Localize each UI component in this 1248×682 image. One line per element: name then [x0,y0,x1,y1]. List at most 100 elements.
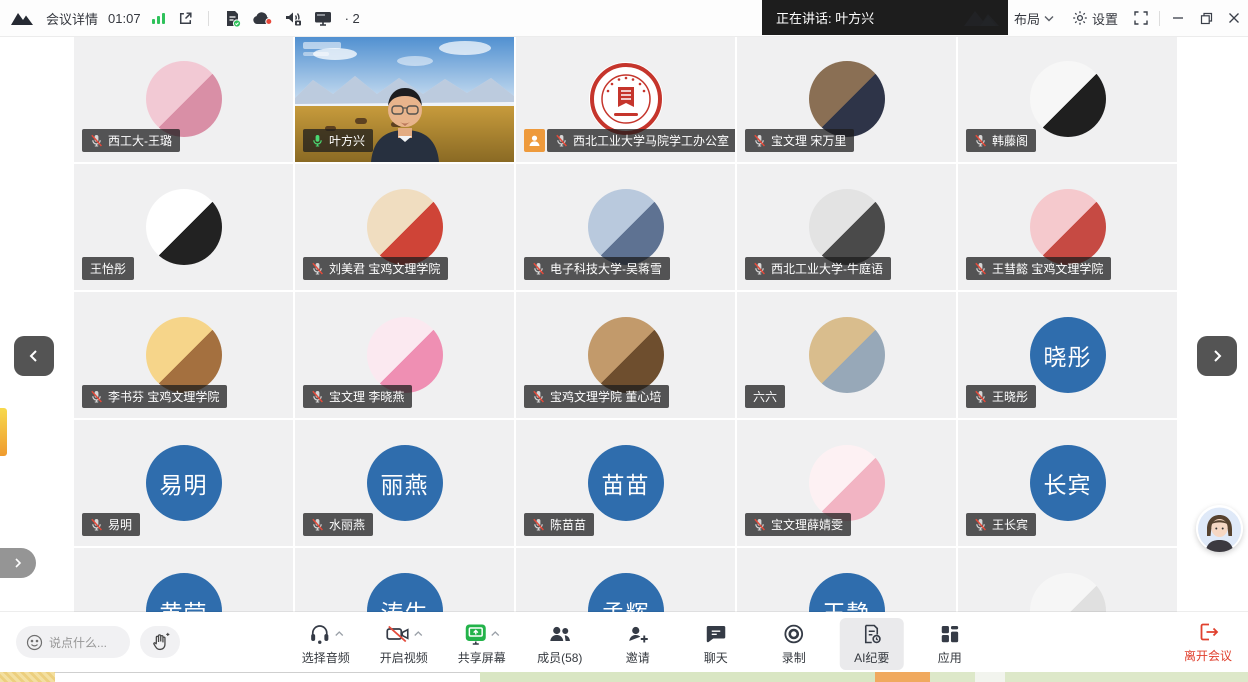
participant-tile[interactable]: 宝文理 宋万里 [737,36,956,162]
toolbar-invite-label: 邀请 [626,649,650,666]
participant-tag-row: 刘美君 宝鸡文理学院 [303,257,448,280]
docs-icon[interactable] [223,6,242,30]
participant-avatar [809,445,885,521]
participant-name: 韩藤阁 [992,132,1028,149]
mic-muted-icon [974,134,987,147]
window-controls-divider [1159,11,1160,26]
mic-muted-icon [90,518,103,531]
participant-tag-row: 李书芬 宝鸡文理学院 [82,385,227,408]
participant-tile[interactable]: 易明易明 [74,420,293,546]
toolbar-video-button[interactable]: 开启视频 [372,618,436,670]
toolbar-chat-button[interactable]: 聊天 [684,618,748,670]
elapsed-time: 01:07 [108,11,141,26]
toolbar-audio-button[interactable]: 选择音频 [294,618,358,670]
signal-strength-icon [151,6,167,30]
expand-panel-handle[interactable] [0,548,36,578]
cloud-icon[interactable] [252,6,273,30]
chevron-left-icon [27,349,41,363]
participant-tile[interactable]: 六六 [737,292,956,418]
toolbar-record-button[interactable]: 录制 [762,618,826,670]
toolbar-share-button[interactable]: 共享屏幕 [450,618,514,670]
mic-muted-icon [753,262,766,275]
participant-avatar [1030,61,1106,137]
invite-icon [625,622,651,646]
participant-avatar: 晓彤 [1030,317,1106,393]
participant-tag-row: 六六 [745,385,785,408]
participant-tile[interactable]: 宝文理 李晓燕 [295,292,514,418]
leave-meeting-icon [1196,620,1220,644]
toolbar-members-button[interactable]: 成员(58) [528,618,592,670]
participant-name-tag: 王长宾 [966,513,1036,536]
participant-tile[interactable]: 韩藤阁 [958,36,1177,162]
participant-tag-row: 电子科技大学-吴蒋雪 [524,257,670,280]
top-bar-divider [208,11,209,26]
participant-name: 陈苗苗 [550,516,586,533]
participant-tile[interactable]: 王怡彤 [74,164,293,290]
participant-name: 宝文理 宋万里 [771,132,846,149]
background-strip-orange [875,672,930,682]
participant-tile[interactable]: 宝文理薛婧雯 [737,420,956,546]
toolbar-invite-button[interactable]: 邀请 [606,618,670,670]
close-icon [1228,12,1240,24]
participant-tile[interactable]: 西工大-王璐 [74,36,293,162]
participant-name: 易明 [108,516,132,533]
host-icon [528,134,541,147]
participant-tag-row: 西北工业大学-牛庭语 [745,257,891,280]
assistant-girl-icon [1196,505,1243,552]
participant-tile[interactable]: 李书芬 宝鸡文理学院 [74,292,293,418]
chat-input[interactable]: 说点什么... [16,626,130,658]
minimize-button[interactable] [1164,0,1192,36]
mic-muted-icon [974,518,987,531]
audio-security-icon[interactable] [283,6,303,30]
participant-tag-row: 西北工业大学马院学工办公室 [524,129,735,152]
participant-tile[interactable]: 王彗懿 宝鸡文理学院 [958,164,1177,290]
participant-name: 西北工业大学马院学工办公室 [573,132,729,149]
participant-tag-row: 王怡彤 [82,257,134,280]
chevron-right-icon [1210,349,1224,363]
screens-icon[interactable] [313,6,333,30]
participant-name: 宝文理薛婧雯 [771,516,843,533]
participant-tile[interactable]: 西北工业大学马院学工办公室 [516,36,735,162]
participant-tile[interactable]: 叶方兴 [295,36,514,162]
participant-avatar [367,189,443,265]
prev-page-button[interactable] [14,336,54,376]
mic-muted-icon [974,390,987,403]
next-page-button[interactable] [1197,336,1237,376]
participant-name-tag: 李书芬 宝鸡文理学院 [82,385,227,408]
participant-tile[interactable]: 刘美君 宝鸡文理学院 [295,164,514,290]
raise-hand-button[interactable] [140,626,180,658]
close-button[interactable] [1220,0,1248,36]
settings-button[interactable]: 设置 [1063,0,1127,36]
fullscreen-button[interactable] [1127,0,1155,36]
participant-tile[interactable]: 苗苗陈苗苗 [516,420,735,546]
participant-tile[interactable]: 电子科技大学-吴蒋雪 [516,164,735,290]
participant-avatar [146,189,222,265]
popout-icon[interactable] [177,6,194,30]
toolbar-apps-label: 应用 [938,649,962,666]
toolbar-ai-button[interactable]: AI纪要 [840,618,904,670]
toolbar-chat-label: 聊天 [704,649,728,666]
participant-tag-row: 陈苗苗 [524,513,594,536]
smiley-icon [26,634,43,651]
toolbar-share-label: 共享屏幕 [458,649,506,666]
participant-tile[interactable]: 西北工业大学-牛庭语 [737,164,956,290]
participant-avatar [588,189,664,265]
background-strip-light [975,672,1005,682]
participant-name-tag: 西北工业大学马院学工办公室 [547,129,735,152]
toolbar-apps-button[interactable]: 应用 [918,618,982,670]
meeting-details-button[interactable]: 会议详情 [46,9,98,28]
participant-avatar [146,61,222,137]
toolbar-video-label: 开启视频 [380,649,428,666]
participant-name: 水丽燕 [329,516,365,533]
ai-assistant-avatar[interactable] [1196,505,1243,552]
participant-tile[interactable]: 长宾王长宾 [958,420,1177,546]
fullscreen-icon [1134,11,1148,25]
chevron-up-icon [335,631,344,637]
participant-tile[interactable]: 晓彤王晓彤 [958,292,1177,418]
participant-tile[interactable]: 宝鸡文理学院 董心培 [516,292,735,418]
layout-button[interactable]: 布局 [1005,0,1063,36]
restore-icon [1200,12,1213,25]
participant-tile[interactable]: 丽燕水丽燕 [295,420,514,546]
restore-button[interactable] [1192,0,1220,36]
leave-meeting-button[interactable]: 离开会议 [1184,620,1232,664]
